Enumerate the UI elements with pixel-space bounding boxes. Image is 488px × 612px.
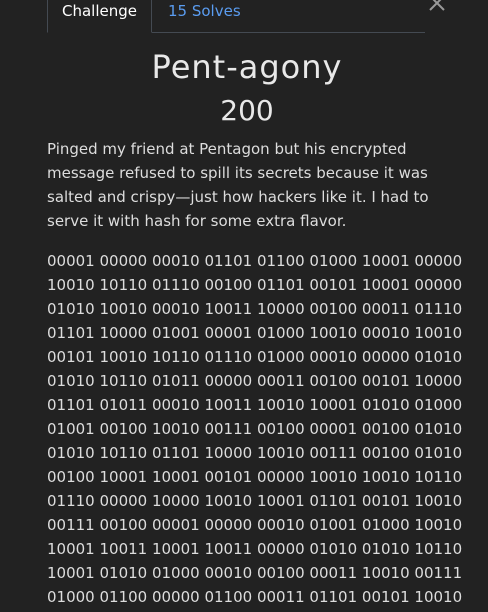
binary-line: 01000 01100 00000 01100 00011 01101 0010… <box>47 588 463 606</box>
binary-line: 01101 10000 01001 00001 01000 10010 0001… <box>47 324 463 342</box>
binary-line: 01101 01011 00010 10011 10010 10001 0101… <box>47 396 463 414</box>
binary-line: 00001 00000 00010 01101 01100 01000 1000… <box>47 252 463 270</box>
binary-line: 10010 10110 01110 00100 01101 00101 1000… <box>47 276 463 294</box>
challenge-binary-message: 00001 00000 00010 01101 01100 01000 1000… <box>47 249 463 609</box>
binary-line: 00101 10010 10110 01110 01000 00010 0000… <box>47 348 463 366</box>
binary-line: 00100 10001 10001 00101 00000 10010 1001… <box>47 468 463 486</box>
tab-solves-label: 15 Solves <box>168 2 241 20</box>
tab-challenge-label: Challenge <box>62 2 137 20</box>
tab-solves[interactable]: 15 Solves <box>168 0 241 32</box>
challenge-modal: Challenge 15 Solves Pent-agony 200 Pinge… <box>0 0 488 612</box>
binary-line: 10001 10011 10001 10011 00000 01010 0101… <box>47 540 463 558</box>
binary-line: 01010 10110 01011 00000 00011 00100 0010… <box>47 372 463 390</box>
binary-line: 00111 00100 00001 00000 00010 01001 0100… <box>47 516 463 534</box>
tab-challenge[interactable]: Challenge <box>47 0 152 33</box>
challenge-title: Pent-agony <box>151 48 343 86</box>
binary-line: 01010 10010 00010 10011 10000 00100 0001… <box>47 300 463 318</box>
challenge-points: 200 <box>220 94 274 127</box>
challenge-description: Pinged my friend at Pentagon but his enc… <box>47 140 429 230</box>
binary-line: 01001 00100 10010 00111 00100 00001 0010… <box>47 420 463 438</box>
binary-line: 01110 00000 10000 10010 10001 01101 0010… <box>47 492 463 510</box>
close-icon[interactable] <box>428 0 446 12</box>
binary-line: 01010 10110 01101 10000 10010 00111 0010… <box>47 444 463 462</box>
binary-line: 10001 01010 01000 00010 00100 00011 1001… <box>47 564 463 582</box>
tab-bar: Challenge 15 Solves <box>47 0 425 33</box>
